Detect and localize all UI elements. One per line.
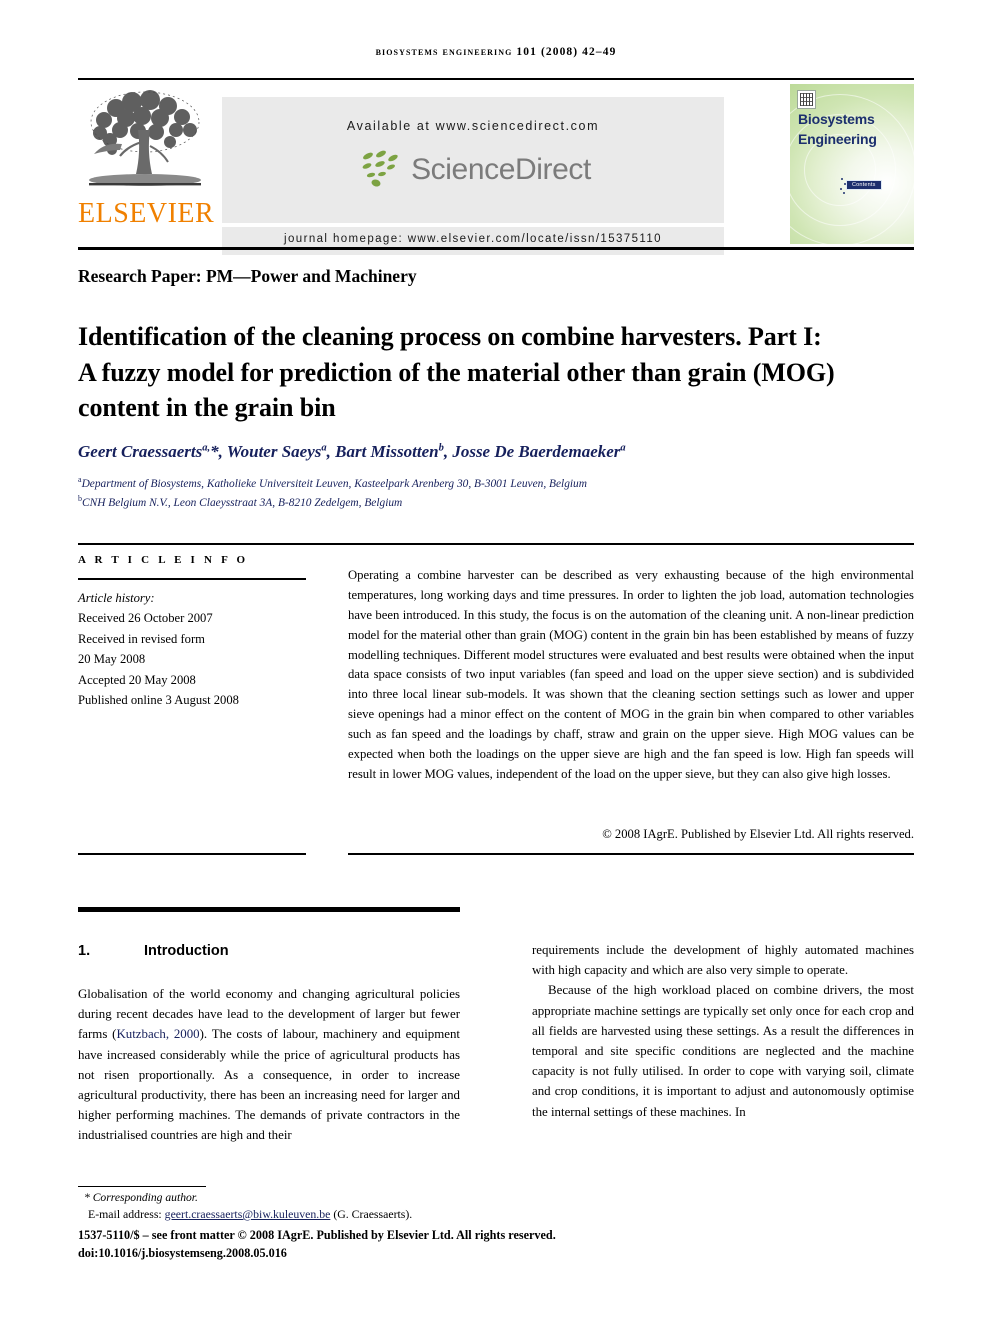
article-info-rule bbox=[78, 578, 306, 580]
sciencedirect-wordmark: ScienceDirect bbox=[411, 153, 591, 186]
header-rule bbox=[78, 78, 914, 80]
page-title: Identification of the cleaning process o… bbox=[78, 322, 835, 423]
journal-homepage-link[interactable]: journal homepage: www.elsevier.com/locat… bbox=[222, 233, 724, 245]
sciencedirect-band: Available at www.sciencedirect.com Scien… bbox=[222, 97, 724, 223]
sciencedirect-leaf-icon bbox=[362, 150, 398, 187]
abstract-copyright: © 2008 IAgrE. Published by Elsevier Ltd.… bbox=[602, 827, 914, 841]
article-history-line: Received in revised form bbox=[78, 631, 205, 646]
corresponding-author-note: * Corresponding author. bbox=[84, 1191, 198, 1204]
running-head: Biosystems Engineering 101 (2008) 42–49 bbox=[375, 46, 617, 58]
email-label: E-mail address: bbox=[88, 1207, 162, 1221]
abstract-text: Operating a combine harvester can be des… bbox=[348, 568, 914, 781]
email-link[interactable]: geert.craessaerts@biw.kuleuven.be bbox=[165, 1207, 331, 1221]
author-list: Geert Craessaertsa,*, Wouter Saeysa, Bar… bbox=[78, 442, 626, 461]
body-paragraph: requirements include the development of … bbox=[532, 943, 914, 978]
article-history-line: Published online 3 August 2008 bbox=[78, 692, 239, 707]
section-title: Introduction bbox=[144, 943, 229, 959]
issn-copyright-line: 1537-5110/$ – see front matter © 2008 IA… bbox=[78, 1228, 556, 1242]
cover-title-line1: Biosystems bbox=[798, 111, 875, 127]
article-history-line: Received 26 October 2007 bbox=[78, 611, 213, 626]
email-note: E-mail address: geert.craessaerts@biw.ku… bbox=[88, 1207, 548, 1222]
article-info-heading: A R T I C L E I N F O bbox=[78, 554, 249, 566]
body-top-rule bbox=[78, 907, 460, 912]
affiliation-marker: a bbox=[78, 475, 82, 484]
cover-journal-title: Biosystems Engineering bbox=[798, 110, 908, 150]
article-info-bottom-rule bbox=[78, 853, 306, 855]
available-at-text: Available at www.sciencedirect.com bbox=[346, 119, 600, 133]
publisher-name: ELSEVIER bbox=[78, 198, 215, 229]
abstract-bottom-rule bbox=[348, 853, 914, 855]
cover-title-line2: Engineering bbox=[798, 130, 877, 147]
cover-contents-badge: Contents bbox=[840, 177, 882, 195]
journal-cover-thumbnail[interactable]: Biosystems Engineering Contents bbox=[790, 84, 914, 244]
masthead: ELSEVIER Available at www.sciencedirect.… bbox=[78, 84, 914, 255]
affiliation-list: aDepartment of Biosystems, Katholieke Un… bbox=[78, 474, 878, 512]
abstract-top-rule bbox=[78, 543, 914, 545]
section-number: 1. bbox=[78, 943, 91, 959]
body-paragraph: Because of the high workload placed on c… bbox=[532, 983, 914, 1119]
masthead-rule bbox=[78, 247, 914, 250]
article-history-line: Accepted 20 May 2008 bbox=[78, 672, 196, 687]
footnote-rule bbox=[78, 1186, 206, 1188]
journal-cover-thumbnail-icon bbox=[797, 90, 816, 109]
body-column-left: Globalisation of the world economy and c… bbox=[78, 987, 461, 1143]
article-history: Article history: Received 26 October 200… bbox=[78, 588, 308, 710]
article-history-label: Article history: bbox=[78, 591, 155, 605]
sciencedirect-logo[interactable]: ScienceDirect bbox=[222, 149, 724, 191]
publisher-logo[interactable]: ELSEVIER bbox=[78, 84, 215, 244]
email-owner: (G. Craessaerts). bbox=[333, 1207, 413, 1221]
article-history-lines: Received 26 October 2007 Received in revi… bbox=[78, 608, 308, 710]
affiliation-item: aDepartment of Biosystems, Katholieke Un… bbox=[78, 475, 587, 490]
journal-article-page: Biosystems Engineering 101 (2008) 42–49 bbox=[0, 0, 992, 1323]
article-history-line: 20 May 2008 bbox=[78, 652, 146, 667]
elsevier-tree-icon bbox=[89, 90, 201, 186]
journal-section-label: Research Paper: PM—Power and Machinery bbox=[78, 266, 417, 286]
doi-line: doi:10.1016/j.biosystemseng.2008.05.016 bbox=[78, 1246, 287, 1260]
affiliation-item: bCNH Belgium N.V., Leon Claeysstraat 3A,… bbox=[78, 493, 403, 509]
journal-homepage-band[interactable]: journal homepage: www.elsevier.com/locat… bbox=[222, 227, 724, 255]
body-column-right: requirements include the development of … bbox=[532, 940, 914, 1122]
affiliation-marker: b bbox=[78, 493, 82, 503]
